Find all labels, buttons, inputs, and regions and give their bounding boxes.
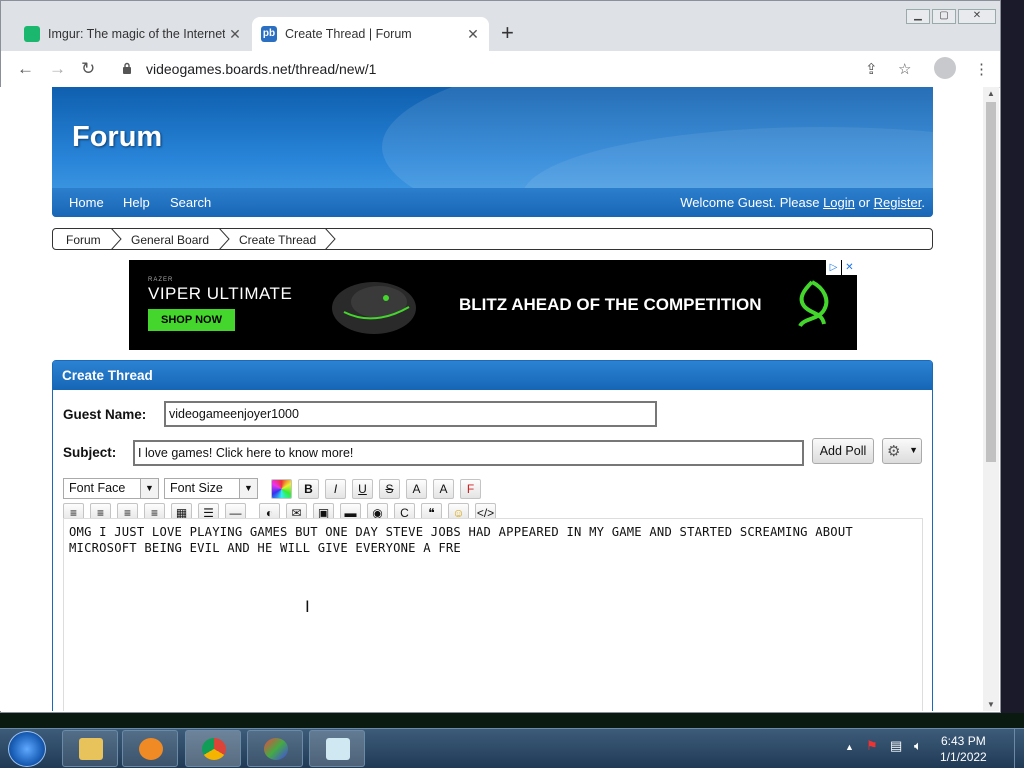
imgur-favicon-icon	[24, 26, 40, 42]
message-body: OMG I JUST LOVE PLAYING GAMES BUT ONE DA…	[69, 525, 853, 555]
close-tab-icon[interactable]: ✕	[463, 26, 483, 43]
message-editor[interactable]: OMG I JUST LOVE PLAYING GAMES BUT ONE DA…	[63, 518, 923, 711]
nav-search[interactable]: Search	[170, 195, 211, 210]
clear-format-icon[interactable]: F	[460, 479, 481, 499]
clock-time: 6:43 PM	[941, 734, 986, 748]
breadcrumb-general-board[interactable]: General Board	[131, 233, 209, 247]
chevron-down-icon: ▼	[140, 479, 158, 498]
color-picker-icon[interactable]	[271, 479, 292, 499]
razer-logo-icon	[798, 280, 829, 328]
font-face-select[interactable]: Font Face ▼	[63, 478, 159, 499]
gaming-mouse-icon	[332, 282, 416, 334]
reload-icon[interactable]: ↻	[81, 59, 95, 79]
menu-kebab-icon[interactable]: ⋮	[974, 60, 989, 78]
forum-logo[interactable]: Forum	[72, 121, 162, 154]
italic-icon[interactable]: I	[325, 479, 346, 499]
breadcrumb-chevron-icon	[218, 228, 230, 250]
taskbar-media-player[interactable]	[122, 730, 178, 767]
subscript-icon[interactable]: A	[433, 479, 454, 499]
tab-title: Create Thread | Forum	[285, 27, 412, 41]
breadcrumb-create-thread[interactable]: Create Thread	[239, 233, 316, 247]
nav-home[interactable]: Home	[69, 195, 104, 210]
create-thread-panel: Create Thread Guest Name: videogameenjoy…	[52, 360, 933, 711]
close-window-button[interactable]: ✕	[958, 9, 996, 24]
folder-icon	[79, 738, 103, 760]
taskbar: ▲ ⚑ ▤ 🔈︎ 6:43 PM 1/1/2022	[0, 728, 1024, 768]
taskbar-paint[interactable]	[247, 730, 303, 767]
forum-navbar: Home Help Search Welcome Guest. Please L…	[52, 188, 933, 217]
network-icon[interactable]: ▤	[890, 738, 902, 754]
ad-headline: BLITZ AHEAD OF THE COMPETITION	[459, 295, 762, 314]
text-cursor-icon: I	[305, 597, 310, 616]
clock-date: 1/1/2022	[940, 750, 987, 764]
razer-ad[interactable]: RAZER VIPER ULTIMATE SHOP NOW BLITZ AHEA…	[129, 260, 857, 350]
ad-close-icon[interactable]: ✕	[842, 260, 857, 275]
chrome-icon	[202, 738, 226, 760]
scroll-up-icon[interactable]: ▲	[987, 89, 995, 98]
welcome-text: Welcome Guest. Please Login or Register.	[680, 195, 925, 210]
chevron-down-icon: ▼	[909, 445, 918, 455]
action-center-icon[interactable]: ⚑	[866, 738, 878, 754]
breadcrumb-chevron-icon	[324, 228, 336, 250]
scroll-thumb[interactable]	[986, 102, 996, 462]
page-content: Forum Home Help Search Welcome Guest. Pl…	[0, 87, 983, 711]
ad-choices-icon[interactable]: ▷	[826, 260, 841, 275]
ad-shop-now-button[interactable]: SHOP NOW	[148, 309, 235, 331]
scroll-down-icon[interactable]: ▼	[987, 700, 995, 709]
settings-dropdown-button[interactable]: ⚙ ▼	[882, 438, 922, 464]
maximize-button[interactable]: ▢	[932, 9, 956, 24]
breadcrumb-forum[interactable]: Forum	[66, 233, 101, 247]
strikethrough-icon[interactable]: S	[379, 479, 400, 499]
panel-title: Create Thread	[53, 361, 932, 390]
subject-label: Subject:	[63, 445, 117, 460]
media-player-icon	[139, 738, 163, 760]
volume-icon[interactable]: 🔈︎	[914, 738, 922, 754]
breadcrumb: Forum General Board Create Thread	[52, 228, 933, 250]
add-poll-button[interactable]: Add Poll	[812, 438, 874, 464]
minimize-button[interactable]: ▁	[906, 9, 930, 24]
share-icon[interactable]: ⇪	[865, 60, 878, 78]
tray-expand-icon[interactable]: ▲	[845, 742, 854, 752]
page-scrollbar[interactable]: ▲ ▼	[983, 87, 999, 711]
register-link[interactable]: Register	[874, 195, 922, 210]
superscript-icon[interactable]: A	[406, 479, 427, 499]
new-tab-icon[interactable]: +	[501, 22, 514, 44]
start-button[interactable]	[8, 731, 46, 767]
profile-avatar-icon[interactable]	[934, 57, 956, 79]
bold-icon[interactable]: B	[298, 479, 319, 499]
taskbar-explorer[interactable]	[62, 730, 118, 767]
subject-input[interactable]: I love games! Click here to know more!	[133, 440, 804, 466]
desktop-background	[0, 713, 1024, 728]
login-link[interactable]: Login	[823, 195, 855, 210]
proboards-favicon-icon: pb	[261, 26, 277, 42]
close-tab-icon[interactable]: ✕	[225, 26, 245, 43]
tab-create-thread[interactable]: pb Create Thread | Forum ✕	[252, 17, 489, 51]
underline-icon[interactable]: U	[352, 479, 373, 499]
ad-product: VIPER ULTIMATE	[148, 284, 293, 303]
gear-icon: ⚙	[887, 443, 901, 460]
guest-name-input[interactable]: videogameenjoyer1000	[164, 401, 657, 427]
bookmark-star-icon[interactable]: ☆	[898, 60, 911, 78]
forum-header: Forum Home Help Search Welcome Guest. Pl…	[52, 87, 933, 217]
chevron-down-icon: ▼	[239, 479, 257, 498]
title-bar: Imgur: The magic of the Internet ✕ pb Cr…	[1, 1, 1000, 51]
notepad-icon	[326, 738, 350, 760]
nav-help[interactable]: Help	[123, 195, 150, 210]
taskbar-chrome[interactable]	[185, 730, 241, 767]
paint-icon	[264, 738, 288, 760]
lock-icon	[123, 62, 131, 74]
ad-brand: RAZER	[148, 277, 174, 283]
guest-name-label: Guest Name:	[63, 407, 147, 422]
address-bar[interactable]: videogames.boards.net/thread/new/1	[146, 61, 376, 77]
taskbar-notepad[interactable]	[309, 730, 365, 767]
breadcrumb-chevron-icon	[110, 228, 122, 250]
clock[interactable]: 6:43 PM 1/1/2022	[940, 733, 987, 765]
tab-imgur[interactable]: Imgur: The magic of the Internet ✕	[15, 17, 251, 51]
tab-title: Imgur: The magic of the Internet	[48, 27, 225, 41]
browser-toolbar: ← → ↻ videogames.boards.net/thread/new/1…	[1, 51, 1000, 88]
font-size-select[interactable]: Font Size ▼	[164, 478, 258, 499]
forward-icon[interactable]: →	[49, 59, 66, 79]
back-icon[interactable]: ←	[17, 59, 34, 79]
show-desktop-button[interactable]	[1014, 729, 1024, 768]
